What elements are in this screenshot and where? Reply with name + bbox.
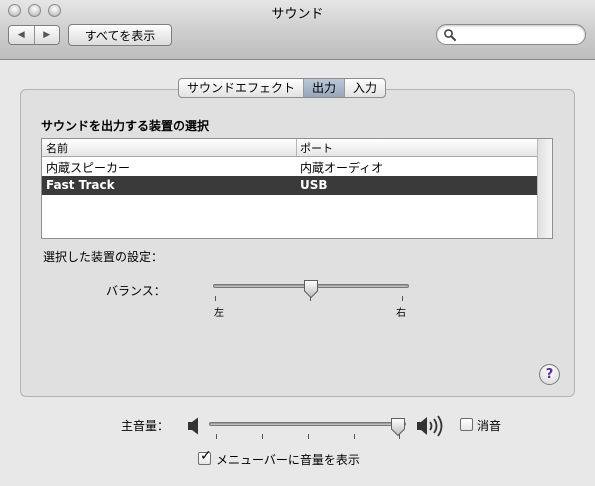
title-bar: サウンド ◀ ▶ すべてを表示: [0, 0, 595, 60]
back-button[interactable]: ◀: [9, 26, 34, 44]
volume-tick: [308, 434, 309, 439]
balance-left-label: 左: [214, 308, 224, 319]
device-port: 内蔵オーディオ: [300, 161, 384, 175]
output-group-box: [20, 89, 575, 397]
show-volume-in-menubar-label: メニューバーに音量を表示: [216, 453, 360, 467]
column-header-port[interactable]: ポート: [300, 140, 333, 156]
table-row[interactable]: 内蔵スピーカー 内蔵オーディオ: [42, 157, 537, 176]
show-all-label: すべてを表示: [84, 28, 156, 43]
tab-output[interactable]: 出力: [303, 79, 345, 97]
checkmark-icon: ✓: [200, 448, 212, 464]
balance-right-label: 右: [396, 308, 406, 319]
device-name: 内蔵スピーカー: [46, 161, 131, 175]
search-input[interactable]: [461, 27, 583, 44]
output-device-table: 名前 ポート 内蔵スピーカー 内蔵オーディオ Fast Track USB: [41, 138, 553, 239]
device-name: Fast Track: [46, 178, 115, 192]
tab-bar: サウンドエフェクト 出力 入力: [178, 78, 387, 98]
back-forward-control: ◀ ▶: [8, 25, 60, 45]
balance-tick: [402, 296, 403, 301]
show-all-button[interactable]: すべてを表示: [68, 24, 172, 46]
balance-tick: [215, 296, 216, 301]
balance-label: バランス：: [106, 284, 166, 298]
table-header: 名前 ポート: [42, 139, 537, 157]
mute-checkbox[interactable]: [460, 418, 473, 431]
mute-label: 消音: [477, 419, 502, 433]
search-field[interactable]: [436, 24, 586, 45]
volume-tick: [216, 434, 217, 439]
device-settings-label: 選択した装置の設定：: [43, 250, 164, 264]
volume-tick: [354, 434, 355, 439]
volume-slider-knob[interactable]: [390, 417, 406, 437]
tab-sound-effects[interactable]: サウンドエフェクト: [179, 79, 303, 97]
master-volume-label: 主音量：: [121, 419, 170, 433]
forward-button[interactable]: ▶: [33, 26, 60, 44]
table-row-selected[interactable]: Fast Track USB: [42, 176, 537, 195]
speaker-low-icon: [188, 417, 198, 435]
volume-track[interactable]: [209, 422, 406, 426]
help-button[interactable]: ?: [539, 364, 560, 385]
table-scrollbar[interactable]: [537, 139, 552, 238]
search-icon: [444, 29, 456, 41]
back-icon: ◀: [17, 30, 25, 40]
section-title: サウンドを出力する装置の選択: [41, 119, 210, 133]
column-divider: [296, 139, 297, 156]
column-header-name[interactable]: 名前: [46, 140, 68, 156]
system-preferences-window: サウンド ◀ ▶ すべてを表示 サウンドエフェクト 出力 入力 サウンドを出力す…: [0, 0, 595, 486]
device-port: USB: [300, 178, 328, 192]
balance-slider-knob[interactable]: [303, 279, 319, 299]
forward-icon: ▶: [43, 30, 51, 40]
show-volume-in-menubar-checkbox[interactable]: ✓: [198, 448, 212, 465]
volume-tick: [262, 434, 263, 439]
speaker-high-icon: [417, 415, 443, 437]
tab-input[interactable]: 入力: [344, 79, 385, 97]
help-icon: ?: [545, 367, 554, 382]
window-title: サウンド: [271, 7, 324, 22]
